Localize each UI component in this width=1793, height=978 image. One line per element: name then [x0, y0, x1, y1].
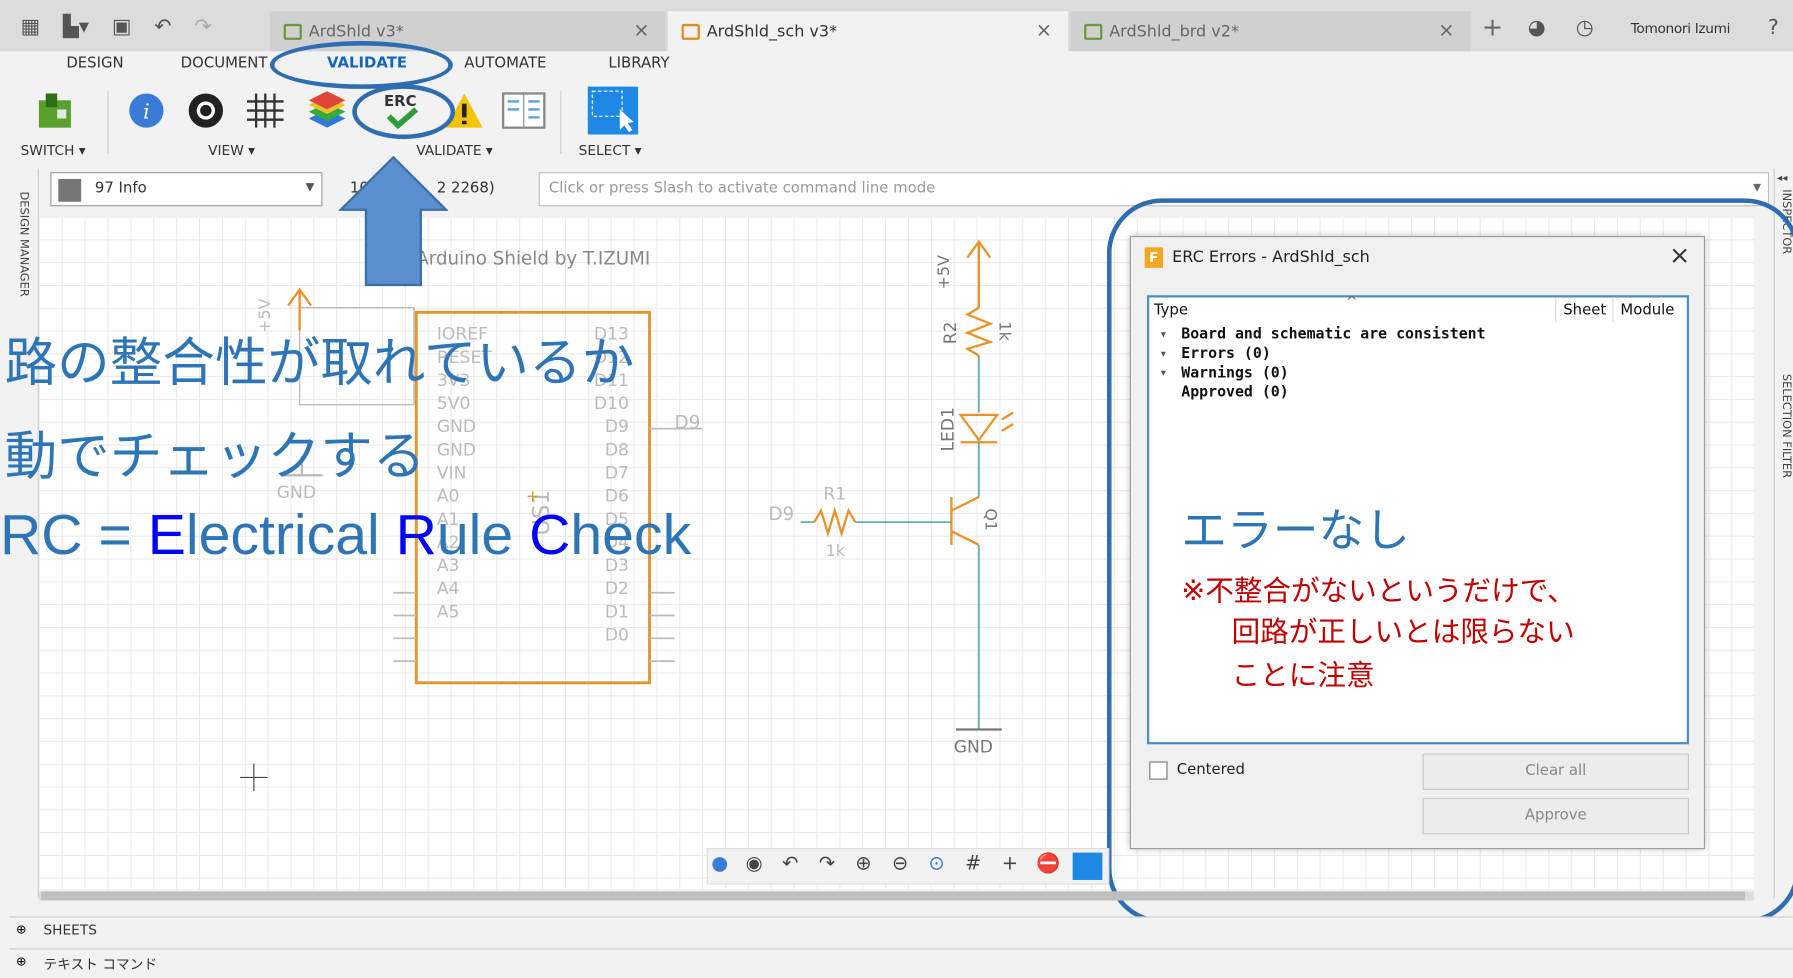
right-pin-label: D7 — [605, 464, 629, 484]
annotation-line2: 動でチェックする — [4, 425, 426, 487]
add-icon[interactable]: + — [1002, 853, 1018, 876]
net-d9-label: D9 — [675, 413, 701, 434]
erc-word-check: heck — [570, 502, 692, 567]
text-command-panel[interactable]: ⊕ テキスト コマンド — [9, 948, 1793, 976]
info-icon[interactable]: ● — [711, 853, 728, 876]
q1-name: Q1 — [982, 508, 1001, 531]
r2-name: R2 — [941, 321, 961, 344]
eye-icon[interactable]: ◉ — [746, 853, 763, 876]
dialog-highlight — [1106, 198, 1793, 924]
erc-letter-r: R — [395, 502, 437, 567]
left-pin-label: 5V0 — [437, 394, 471, 414]
redo-icon[interactable]: ↷ — [819, 853, 835, 876]
right-pin-label: D1 — [605, 602, 629, 622]
r1-name: R1 — [823, 484, 846, 504]
erc-word-rule: ule — [436, 502, 530, 567]
zoom-out-icon[interactable]: ⊖ — [892, 853, 908, 876]
supply-label-right: +5V — [934, 255, 953, 289]
right-pin-label: D10 — [594, 394, 629, 414]
erc-prefix: RC = — [0, 502, 148, 567]
stop-icon[interactable]: ⛔ — [1036, 853, 1060, 876]
erc-word-electrical: lectrical — [185, 502, 396, 567]
annotation-line1: 路の整合性が取れているか — [4, 331, 635, 394]
left-pin-label: GND — [437, 417, 476, 437]
grid-icon[interactable]: # — [965, 853, 981, 876]
zoom-in-icon[interactable]: ⊕ — [855, 853, 871, 876]
up-arrow-annotation — [338, 155, 449, 287]
r1-value: 1k — [826, 541, 846, 560]
led-name: LED1 — [939, 407, 959, 451]
expand-plus-icon[interactable]: ⊕ — [16, 954, 27, 969]
r2-value: 1k — [995, 321, 1014, 341]
zoom-fit-icon[interactable]: ⊙ — [929, 853, 945, 876]
left-pin-label: GND — [437, 440, 476, 460]
undo-icon[interactable]: ↶ — [782, 853, 798, 876]
left-pin-label: VIN — [437, 464, 467, 484]
right-pin-label: D0 — [605, 626, 629, 646]
erc-letter-e: E — [147, 502, 186, 567]
left-pin-label: A5 — [437, 602, 460, 622]
select-tool-icon[interactable] — [1072, 852, 1103, 880]
right-pin-label: D2 — [605, 579, 629, 599]
right-pin-label: D8 — [605, 440, 629, 460]
expand-plus-icon[interactable]: ⊕ — [16, 922, 27, 937]
r1-net-label: D9 — [768, 504, 794, 525]
left-pin-label: A4 — [437, 579, 460, 599]
sheets-label: SHEETS — [43, 922, 97, 939]
erc-letter-c: C — [529, 502, 571, 567]
sheets-panel[interactable]: ⊕ SHEETS — [9, 916, 1793, 944]
gnd-label-right: GND — [954, 737, 993, 757]
erc-definition: RC = Electrical Rule Check — [0, 502, 691, 568]
horizontal-scrollbar[interactable] — [38, 891, 1755, 901]
right-pin-label: D9 — [605, 417, 629, 437]
sheet-title: Arduino Shield by T.IZUMI — [416, 248, 650, 269]
text-command-label: テキスト コマンド — [43, 956, 158, 973]
